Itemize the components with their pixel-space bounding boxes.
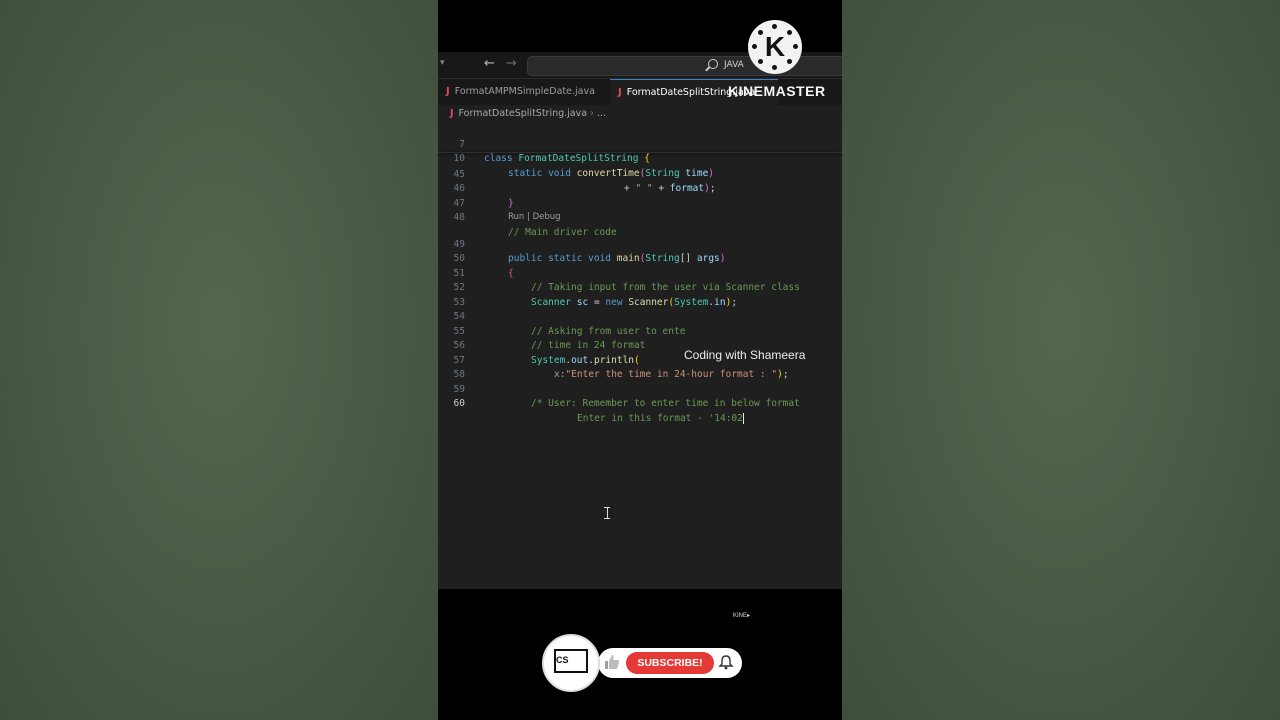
ibeam-cursor-icon <box>604 507 610 519</box>
code-line: 55 // time in 24 format <box>438 310 842 352</box>
code-line: 10 static void convertTime(String time) <box>438 138 842 179</box>
code-line: 47 <box>438 182 842 209</box>
tab-format-ampm-simple-date[interactable]: J FormatAMPMSimpleDate.java <box>438 79 614 105</box>
bell-icon[interactable] <box>718 654 734 670</box>
kinemaster-small-mark: KINE▸ <box>733 613 751 619</box>
channel-logo: CS <box>542 634 600 692</box>
forward-arrow-icon[interactable]: → <box>506 56 517 71</box>
code-line: 52 Scanner sc = new Scanner(System.in); <box>438 267 842 308</box>
code-line: 7 class FormatDateSplitString { <box>438 123 842 165</box>
codelens-run-debug[interactable]: Run | Debug <box>438 211 842 223</box>
thumbs-up-icon[interactable] <box>604 654 620 670</box>
code-line: 54 // Asking from user to ente <box>438 296 842 337</box>
code-text: /* User: Remember to enter time in below… <box>531 398 800 409</box>
code-line: 51 // Taking input from the user via Sca… <box>438 252 842 294</box>
code-line: 53 <box>438 281 842 308</box>
code-line-active: 60 Enter in this format - '14:02 <box>438 383 842 424</box>
kinemaster-logo: K <box>748 20 802 74</box>
tab-label: FormatAMPMSimpleDate.java <box>454 86 595 97</box>
codelens-text[interactable]: Run | Debug <box>508 211 561 223</box>
code-line: 45 + " " + format); <box>438 153 842 195</box>
kinemaster-brand: KINEMASTER <box>728 83 826 99</box>
breadcrumb: J FormatDateSplitString.java › ... <box>450 108 606 119</box>
search-icon <box>708 59 718 69</box>
code-editor-window: ▾ ← → JAVA J FormatAMPMSimpleDate.java JF… <box>438 52 842 589</box>
text-cursor <box>742 412 744 424</box>
java-file-icon: J <box>618 87 622 98</box>
back-arrow-icon[interactable]: ← <box>484 56 495 71</box>
code-line: 56 System.out.println( <box>438 325 842 366</box>
breadcrumb-file[interactable]: FormatDateSplitString.java <box>459 108 588 119</box>
code-line: 49 public static void main(String[] args… <box>438 223 842 265</box>
java-file-icon: J <box>446 86 450 97</box>
right-blurred-background <box>842 0 1280 720</box>
video-frame: ▾ ← → JAVA J FormatAMPMSimpleDate.java JF… <box>438 0 842 720</box>
channel-logo-text: CS <box>556 655 569 665</box>
breadcrumb-more[interactable]: ... <box>597 108 606 119</box>
code-text-content: Enter in this format - '14:02 <box>577 412 743 424</box>
code-line: 59 /* User: Remember to enter time in be… <box>438 368 842 410</box>
code-line: 48 // Main driver code <box>438 197 842 238</box>
code-line: 46 } <box>438 168 842 209</box>
code-text: Enter in this format - '14:02 <box>577 412 744 427</box>
subscribe-button[interactable]: SUBSCRIBE! <box>626 652 714 674</box>
dropdown-dot-icon: ▾ <box>440 58 445 68</box>
line-number: 60 <box>453 398 465 409</box>
left-blurred-background <box>0 0 438 720</box>
code-line: 50 { <box>438 238 842 279</box>
channel-watermark: Coding with Shameera <box>684 348 806 362</box>
java-file-icon: J <box>450 108 454 119</box>
search-text: JAVA <box>724 60 744 70</box>
